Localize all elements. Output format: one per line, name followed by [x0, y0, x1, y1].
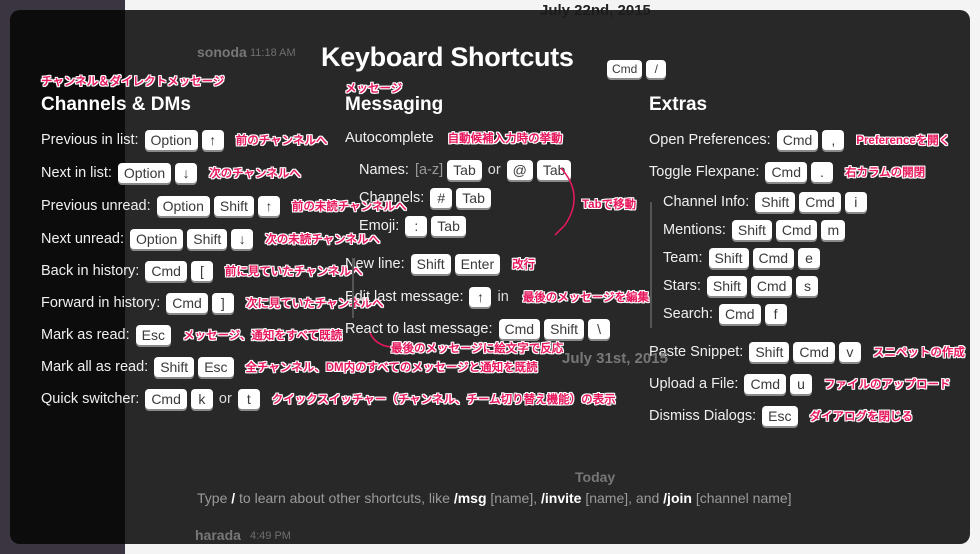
annotation-lines	[369, 167, 575, 348]
keyboard-shortcuts-dialog: Keyboard Shortcuts Cmd / Channels & DMs チャ…	[10, 10, 970, 544]
react-annotation-curve	[369, 332, 393, 348]
annotation-react: 最後のメッセージに絵文字で反応	[391, 343, 564, 355]
tab-annotation-curve	[554, 167, 575, 236]
annotation-tab-move: Tabで移動	[582, 199, 637, 211]
footer-hint: Type / to learn about other shortcuts, l…	[197, 490, 792, 506]
